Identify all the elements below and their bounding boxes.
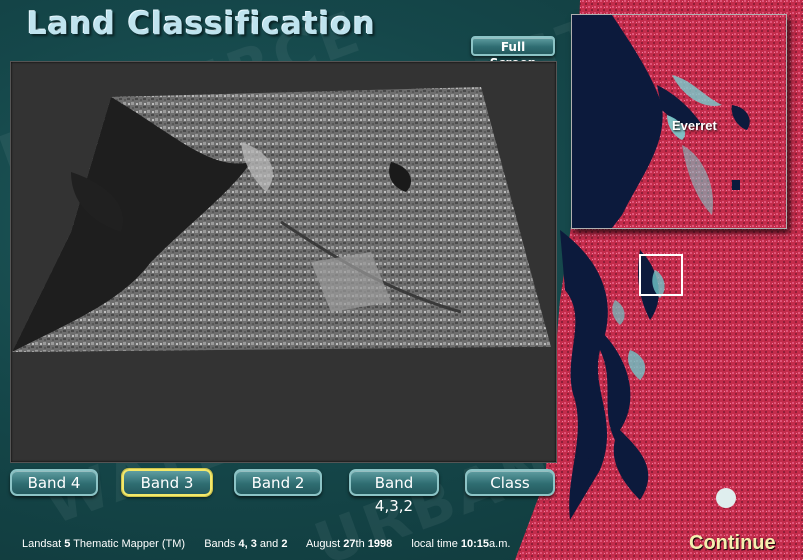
bands-prefix: Bands	[204, 538, 236, 550]
status-bar: Landsat 5 Thematic Mapper (TM) Bands 4, …	[22, 538, 510, 550]
date-prefix: August	[305, 538, 341, 550]
date-year: 1998	[367, 538, 393, 550]
time-value: 10:15	[460, 538, 490, 550]
terrain-image	[12, 87, 551, 352]
time-prefix: local time	[411, 538, 458, 550]
time-suffix: a.m.	[489, 538, 511, 550]
class-button[interactable]: Class	[465, 469, 555, 496]
page-title: Land Classification	[27, 6, 376, 42]
band-b: 3	[250, 538, 257, 550]
band-4-3-2-button[interactable]: Band 4,3,2	[349, 469, 439, 515]
date-day: 27	[343, 538, 356, 550]
inset-map: Everret	[571, 14, 787, 229]
terrain-viewer[interactable]	[10, 61, 557, 463]
band-3-button[interactable]: Band 3	[122, 469, 212, 496]
date-suffix: th	[355, 538, 365, 550]
satellite-number: 5	[64, 538, 71, 550]
band-4-button[interactable]: Band 4	[10, 469, 98, 496]
full-screen-button[interactable]: Full Screen	[471, 36, 555, 70]
band-c: 2	[281, 538, 288, 550]
continue-button[interactable]: Continue	[689, 532, 776, 555]
satellite-prefix: Landsat	[22, 538, 62, 550]
sensor-name: Thematic Mapper (TM)	[73, 538, 186, 550]
band-a: 4,	[238, 538, 248, 550]
inset-place-label: Everret	[672, 118, 717, 133]
locator-box	[639, 254, 683, 296]
band-2-button[interactable]: Band 2	[234, 469, 322, 496]
bands-and: and	[259, 538, 279, 550]
